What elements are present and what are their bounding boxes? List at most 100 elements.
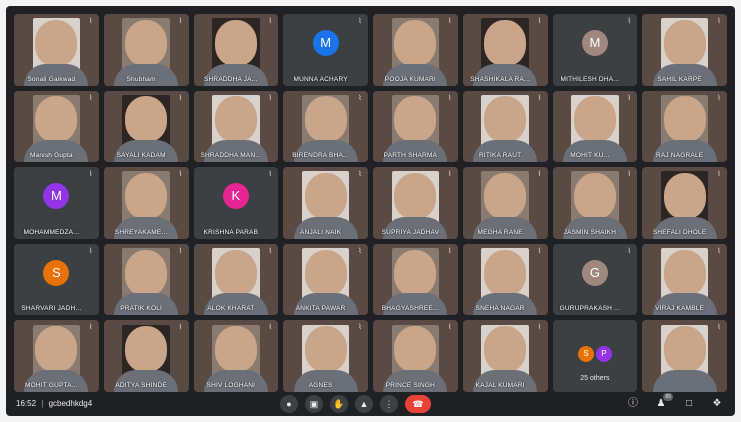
participant-tile[interactable]: ⌇ SHREYAKAME...: [103, 167, 189, 239]
participant-name: POOJA KUMARI: [384, 75, 436, 83]
activities-icon: ❖: [712, 398, 722, 409]
participant-face: [304, 96, 347, 143]
mic-off-icon: ⌇: [537, 94, 542, 102]
info-button[interactable]: ⓘ: [625, 396, 641, 412]
chat-icon: □: [685, 398, 693, 409]
participant-tile[interactable]: ⌇ AGNES: [283, 320, 368, 392]
participant-name: SHEFALI DHOLE: [652, 228, 707, 236]
mic-off-icon: ⌇: [717, 247, 721, 255]
participant-name: Manish Gupta: [29, 152, 73, 160]
raise-hand-button[interactable]: ✋: [330, 395, 348, 413]
participant-face: [125, 96, 168, 143]
mic-off-icon: ⌇: [89, 324, 93, 332]
participant-name: SHASHIKALA RA...: [470, 75, 531, 83]
participant-tile[interactable]: M ⌇ MOHAMMEDZA...: [14, 167, 99, 239]
participant-tile[interactable]: ⌇ Sonali Gaikwad: [14, 14, 99, 86]
participant-grid: ⌇ Sonali Gaikwad ⌇ Shubham ⌇ SHRADDHA JA... M ⌇…: [14, 14, 727, 392]
mic-icon: ●: [286, 399, 292, 409]
participant-tile[interactable]: ⌇ PARTH SHARMA: [373, 90, 458, 163]
participant-tile[interactable]: ⌇ RITIKA RAUT: [462, 90, 548, 163]
participant-face: [35, 96, 78, 143]
participant-name: RITIKA RAUT: [478, 152, 522, 160]
camera-icon: ▣: [309, 399, 319, 409]
participant-tile[interactable]: S ⌇ SHARVARI JADH...: [14, 243, 99, 316]
participant-tile[interactable]: ⌇: [642, 320, 727, 392]
participant-tile[interactable]: M ⌇ MUNNA ACHARY: [283, 14, 368, 86]
participant-tile[interactable]: ⌇ SHRADDHA MAN...: [193, 90, 279, 163]
end-call-button[interactable]: ☎: [405, 395, 431, 413]
call-controls: ● ▣ ✋ ▲ ⋮ ☎: [280, 395, 431, 413]
participant-tile[interactable]: ⌇ SHIV LOGHANI: [193, 320, 279, 392]
participant-tile[interactable]: ⌇ VIRAJ KAMBLE: [642, 243, 727, 316]
avatar: P: [595, 346, 612, 363]
participant-tile[interactable]: ⌇ MEGHA RANE: [462, 167, 548, 239]
participant-tile[interactable]: ⌇ ANKITA PAWAR: [283, 243, 368, 316]
present-button[interactable]: ▲: [355, 395, 373, 413]
participant-face: [484, 326, 527, 373]
people-button[interactable]: ♟ 65: [653, 393, 673, 412]
participant-face: [484, 96, 527, 143]
participant-tile[interactable]: M ⌇ MITHILESH DHA...: [552, 14, 638, 86]
participant-tile[interactable]: ⌇ SUPRIYA JADHAV: [373, 167, 458, 239]
end-call-icon: ☎: [412, 399, 424, 409]
participant-face: [35, 19, 78, 66]
participant-face: [663, 249, 706, 296]
participant-name: MOHAMMEDZA...: [23, 228, 80, 236]
mic-off-icon: ⌇: [537, 247, 542, 255]
mic-button[interactable]: ●: [280, 395, 298, 413]
camera-button[interactable]: ▣: [305, 395, 323, 413]
participant-tile[interactable]: ⌇ Shubham: [103, 14, 189, 86]
participant-tile[interactable]: ⌇ RAJ NAGRALE: [642, 90, 727, 163]
mic-off-icon: ⌇: [537, 171, 542, 179]
participant-face: [484, 19, 527, 66]
mic-off-icon: ⌇: [89, 18, 93, 25]
participant-name: PARTH SHARMA: [383, 152, 438, 160]
avatar: M: [312, 29, 339, 56]
participant-tile[interactable]: ⌇ PRATIK KOLI: [103, 243, 189, 316]
participant-name: SAHIL KARPE: [657, 75, 702, 83]
activities-button[interactable]: ❖: [709, 396, 725, 412]
participant-tile[interactable]: ⌇ JASMIN SHAIKH: [552, 167, 638, 239]
divider: |: [41, 399, 44, 408]
avatar: K: [222, 182, 249, 209]
mic-off-icon: ⌇: [268, 171, 272, 179]
participant-tile[interactable]: ⌇ PRINCE SINGH: [373, 320, 458, 392]
mic-off-icon: ⌇: [627, 247, 631, 255]
participant-tile[interactable]: K ⌇ KRISHNA PARAB: [193, 167, 279, 239]
participant-tile[interactable]: ⌇ ADITYA SHINDE: [103, 320, 189, 392]
participant-name: KAJAL KUMARI: [475, 381, 525, 389]
participant-name: SHRADDHA MAN...: [200, 152, 262, 160]
participant-tile[interactable]: ⌇ SHASHIKALA RA...: [462, 14, 548, 86]
chat-button[interactable]: □: [681, 396, 697, 412]
participant-tile[interactable]: ⌇ SHRADDHA JA...: [193, 14, 279, 86]
participant-tile[interactable]: S P 25 others: [552, 320, 638, 392]
participant-face: [663, 96, 706, 143]
mic-off-icon: ⌇: [358, 324, 362, 332]
mic-off-icon: ⌇: [717, 171, 721, 179]
participant-tile[interactable]: ⌇ SHEFALI DHOLE: [642, 167, 727, 239]
participant-name: KRISHNA PARAB: [203, 228, 259, 236]
participant-tile[interactable]: ⌇ ANJALI NAIK: [283, 167, 368, 239]
participant-tile[interactable]: ⌇ SAHIL KARPE: [642, 14, 727, 86]
participant-tile[interactable]: ⌇ SNEHA NAGAR: [462, 243, 548, 316]
participant-tile[interactable]: ⌇ POOJA KUMARI: [373, 14, 458, 86]
participant-tile[interactable]: ⌇ MOHIT KU...: [552, 90, 638, 163]
participant-tile[interactable]: ⌇ ALOK KHARAT: [193, 243, 279, 316]
participant-tile[interactable]: G ⌇ GURUPRAKASH ...: [552, 243, 638, 316]
more-options-button[interactable]: ⋮: [380, 395, 398, 413]
participant-face: [663, 172, 706, 219]
participant-tile[interactable]: ⌇ Manish Gupta: [14, 90, 99, 163]
participant-name: SNEHA NAGAR: [475, 305, 525, 313]
mic-off-icon: ⌇: [537, 18, 542, 25]
participant-tile[interactable]: ⌇ BIRENDRA BHA...: [283, 90, 368, 163]
participant-name: JASMIN SHAIKH: [563, 228, 617, 236]
participant-tile[interactable]: ⌇ MOHIT GUPTA...: [14, 320, 99, 392]
participant-name: PRATIK KOLI: [120, 305, 163, 313]
mic-off-icon: ⌇: [627, 18, 631, 25]
participant-name: Shubham: [126, 75, 156, 83]
avatar: G: [581, 259, 608, 286]
participant-tile[interactable]: ⌇ SAYALI KADAM: [103, 90, 189, 163]
participant-tile[interactable]: ⌇ BHAGYASHREE...: [373, 243, 458, 316]
participant-face: [125, 19, 168, 66]
participant-tile[interactable]: ⌇ KAJAL KUMARI: [462, 320, 548, 392]
